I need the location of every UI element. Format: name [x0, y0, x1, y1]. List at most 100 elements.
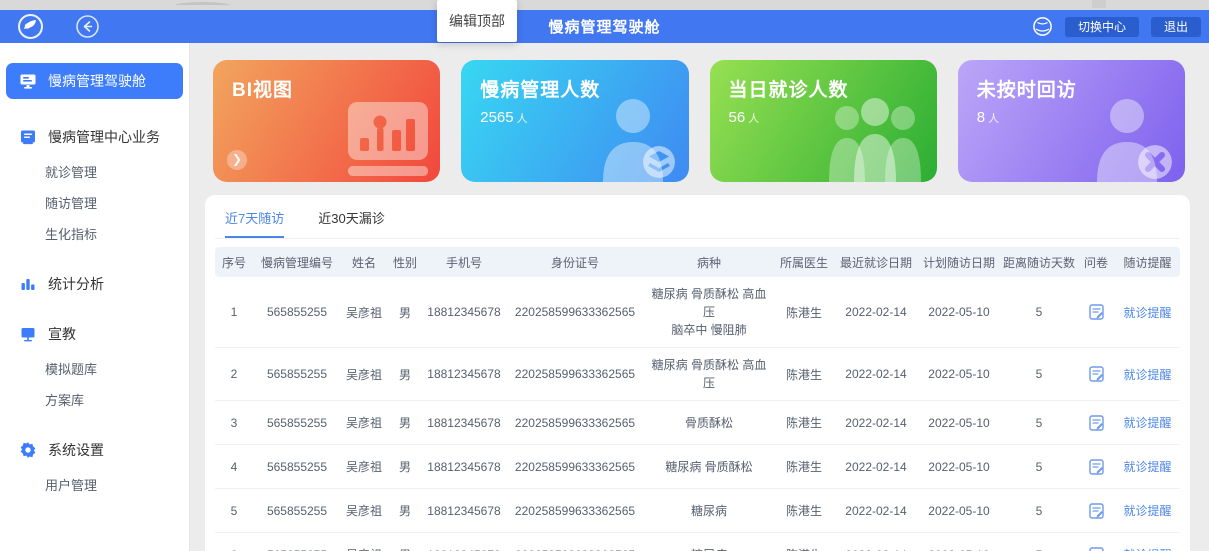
cell-id-no: 220258599633362565: [505, 533, 645, 551]
cell-seq: 1: [215, 277, 253, 348]
sidebar-item-biochemical-index[interactable]: 生化指标: [0, 224, 189, 246]
sidebar-item-visit-management[interactable]: 就诊管理: [0, 162, 189, 184]
main-content: BI视图 ❯ 慢病管理人数 2565人: [190, 43, 1209, 551]
cell-gender: 男: [387, 348, 423, 401]
cell-doctor: 陈港生: [773, 401, 835, 445]
cell-questionnaire: [1077, 401, 1115, 445]
visit-remind-link[interactable]: 就诊提醒: [1123, 306, 1171, 320]
questionnaire-pencil-icon[interactable]: [1089, 459, 1104, 475]
cell-remind: 就诊提醒: [1115, 533, 1180, 551]
table-row: 6 565855255 吴彦祖 男 18812345678 2202585996…: [215, 533, 1180, 551]
cell-diseases: 糖尿病 骨质酥松 高血压: [645, 348, 773, 401]
strip-decoration-right: [1092, 0, 1106, 8]
sidebar-item-plan-library[interactable]: 方案库: [0, 390, 189, 412]
col-phone: 手机号: [423, 247, 505, 277]
cell-remind: 就诊提醒: [1115, 277, 1180, 348]
cell-seq: 6: [215, 533, 253, 551]
cell-manage-no: 565855255: [253, 348, 341, 401]
sidebar-item-center-business[interactable]: 慢病管理中心业务: [0, 125, 189, 149]
card-today-visits[interactable]: 当日就诊人数 56人: [710, 60, 937, 182]
cell-name: 吴彦祖: [341, 401, 387, 445]
cell-id-no: 220258599633362565: [505, 401, 645, 445]
table-row: 1 565855255 吴彦祖 男 18812345678 2202585996…: [215, 277, 1180, 348]
cell-seq: 2: [215, 348, 253, 401]
visit-remind-link[interactable]: 就诊提醒: [1123, 368, 1171, 382]
questionnaire-pencil-icon[interactable]: [1089, 304, 1104, 320]
cell-phone: 18812345678: [423, 489, 505, 533]
tab-recent-30-days-missed[interactable]: 近30天漏诊: [318, 208, 384, 238]
table-header: 序号 慢病管理编号 姓名 性别 手机号 身份证号 病种 所属医生 最近就诊日期 …: [215, 247, 1180, 277]
card-managed-patients[interactable]: 慢病管理人数 2565人: [461, 60, 688, 182]
cell-phone: 18812345678: [423, 401, 505, 445]
app-window: 慢病管理驾驶舱 切换中心 退出 编辑顶部 慢病管理驾驶舱: [0, 0, 1209, 551]
sidebar-item-dashboard[interactable]: 慢病管理驾驶舱: [6, 63, 183, 99]
window-top-strip: [0, 0, 1209, 10]
card-bi-view[interactable]: BI视图 ❯: [213, 60, 440, 182]
cell-plan-visit: 2022-05-10: [917, 489, 1001, 533]
questionnaire-pencil-icon[interactable]: [1089, 547, 1104, 551]
cell-gender: 男: [387, 533, 423, 551]
questionnaire-pencil-icon[interactable]: [1089, 503, 1104, 519]
switch-center-button[interactable]: 切换中心: [1065, 17, 1139, 37]
sidebar-item-label: 统计分析: [48, 274, 104, 294]
cell-id-no: 220258599633362565: [505, 489, 645, 533]
people-group-icon: [823, 88, 927, 182]
visit-remind-link[interactable]: 就诊提醒: [1123, 504, 1171, 518]
visit-remind-link[interactable]: 就诊提醒: [1123, 460, 1171, 474]
cell-diseases: 糖尿病: [645, 489, 773, 533]
sidebar-item-followup-management[interactable]: 随访管理: [0, 193, 189, 215]
table-body: 1 565855255 吴彦祖 男 18812345678 2202585996…: [215, 277, 1180, 551]
card-arrow-icon[interactable]: ❯: [227, 150, 247, 170]
questionnaire-pencil-icon[interactable]: [1089, 415, 1104, 431]
cell-doctor: 陈港生: [773, 533, 835, 551]
cell-name: 吴彦祖: [341, 533, 387, 551]
cell-questionnaire: [1077, 489, 1115, 533]
col-days: 距离随访天数: [1001, 247, 1077, 277]
sidebar-item-user-management[interactable]: 用户管理: [0, 475, 189, 497]
cell-days: 5: [1001, 445, 1077, 489]
cell-doctor: 陈港生: [773, 348, 835, 401]
col-manage-no: 慢病管理编号: [253, 247, 341, 277]
cell-remind: 就诊提醒: [1115, 348, 1180, 401]
card-missed-followup[interactable]: 未按时回访 8人: [958, 60, 1185, 182]
education-board-icon: [19, 325, 37, 343]
gear-icon: [19, 441, 37, 459]
sidebar-item-mock-question-bank[interactable]: 模拟题库: [0, 359, 189, 381]
col-id-no: 身份证号: [505, 247, 645, 277]
cell-diseases: 糖尿病 骨质酥松 高血压 脑卒中 慢阻肺: [645, 277, 773, 348]
questionnaire-pencil-icon[interactable]: [1089, 366, 1104, 382]
cell-days: 5: [1001, 348, 1077, 401]
col-name: 姓名: [341, 247, 387, 277]
cell-phone: 18812345678: [423, 445, 505, 489]
cell-manage-no: 565855255: [253, 445, 341, 489]
logout-button[interactable]: 退出: [1151, 17, 1201, 37]
cell-plan-visit: 2022-05-10: [917, 533, 1001, 551]
cell-last-visit: 2022-02-14: [835, 445, 917, 489]
tab-recent-7-days-followup[interactable]: 近7天随访: [225, 208, 284, 238]
cell-questionnaire: [1077, 533, 1115, 551]
cell-plan-visit: 2022-05-10: [917, 445, 1001, 489]
cell-diseases: 糖尿病: [645, 533, 773, 551]
col-doctor: 所属医生: [773, 247, 835, 277]
cell-id-no: 220258599633362565: [505, 277, 645, 348]
cell-last-visit: 2022-02-14: [835, 348, 917, 401]
sidebar-item-education[interactable]: 宣教: [0, 322, 189, 346]
edit-top-menu-item[interactable]: 编辑顶部: [437, 0, 517, 42]
cell-phone: 18812345678: [423, 277, 505, 348]
sidebar-item-system-settings[interactable]: 系统设置: [0, 438, 189, 462]
cell-doctor: 陈港生: [773, 277, 835, 348]
person-layers-icon: [583, 90, 679, 182]
cell-manage-no: 565855255: [253, 489, 341, 533]
cell-name: 吴彦祖: [341, 489, 387, 533]
visit-remind-link[interactable]: 就诊提醒: [1123, 416, 1171, 430]
app-header: 慢病管理驾驶舱 切换中心 退出: [0, 10, 1209, 43]
cell-id-no: 220258599633362565: [505, 445, 645, 489]
globe-icon[interactable]: [1032, 16, 1053, 37]
sidebar-item-label: 慢病管理中心业务: [48, 127, 160, 147]
bi-bar-chart-icon: [334, 98, 430, 182]
sidebar-item-statistics[interactable]: 统计分析: [0, 272, 189, 296]
col-gender: 性别: [387, 247, 423, 277]
followup-table-panel: 近7天随访 近30天漏诊 序号 慢病管理编号 姓名 性别 手机号 身: [205, 195, 1190, 551]
business-folder-icon: [19, 128, 37, 146]
sidebar-item-label: 系统设置: [48, 440, 104, 460]
